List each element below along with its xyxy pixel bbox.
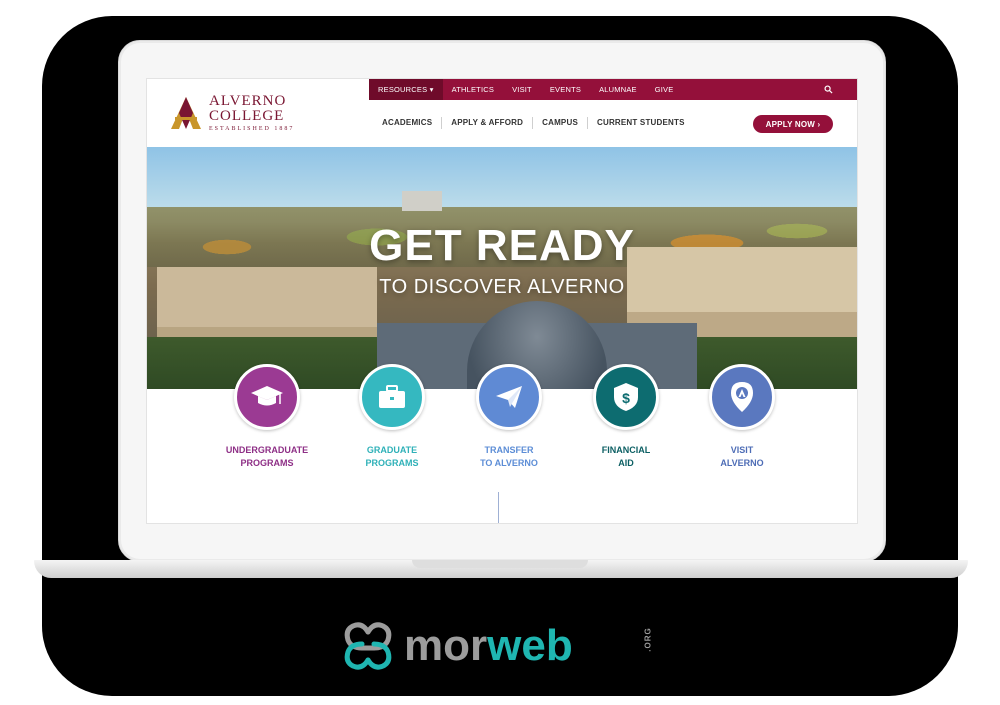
- logo-line1: ALVERNO: [209, 93, 287, 109]
- quicklink-label-line1: FINANCIAL: [601, 445, 651, 455]
- quicklink-undergraduate-circle: [234, 364, 300, 430]
- site-header: ALVERNO COLLEGE ESTABLISHED 1887 RESOURC…: [147, 79, 857, 145]
- utility-nav-give[interactable]: GIVE: [646, 79, 683, 100]
- morweb-org-label: .ORG: [643, 627, 653, 652]
- morweb-wordmark: morweb: [404, 621, 573, 671]
- quicklink-visit-label: VISIT ALVERNO: [682, 444, 802, 470]
- quicklink-graduate-circle: [359, 364, 425, 430]
- quicklink-transfer-label: TRANSFER TO ALVERNO: [449, 444, 569, 470]
- logo-line2: COLLEGE: [209, 108, 285, 124]
- main-nav-apply-afford[interactable]: APPLY & AFFORD: [442, 117, 534, 129]
- morweb-heart-icon: [344, 622, 392, 670]
- logo-text: ALVERNO COLLEGE ESTABLISHED 1887: [209, 93, 295, 133]
- quicklink-visit[interactable]: VISIT ALVERNO: [682, 364, 802, 470]
- briefcase-icon: [379, 385, 405, 408]
- main-nav-academics[interactable]: ACADEMICS: [373, 117, 443, 129]
- quick-links: UNDERGRADUATE PROGRAMS GRADUATE PROGRAMS: [147, 364, 857, 484]
- main-nav-current-students[interactable]: CURRENT STUDENTS: [588, 117, 694, 129]
- hero-title: GET READY: [369, 221, 635, 270]
- location-pin-icon: [731, 382, 753, 412]
- quicklink-financial-aid-circle: $: [593, 364, 659, 430]
- quicklink-label-line2: PROGRAMS: [240, 458, 294, 468]
- search-icon[interactable]: [824, 85, 833, 94]
- quicklink-label-line1: TRANSFER: [484, 445, 534, 455]
- morweb-wordmark-web: web: [487, 621, 573, 670]
- laptop-screen: ALVERNO COLLEGE ESTABLISHED 1887 RESOURC…: [146, 78, 858, 524]
- alverno-a-logo-icon: [171, 97, 201, 129]
- quicklink-transfer-circle: [476, 364, 542, 430]
- quicklink-transfer[interactable]: TRANSFER TO ALVERNO: [449, 364, 569, 470]
- utility-nav-events[interactable]: EVENTS: [541, 79, 590, 100]
- quicklink-label-line1: GRADUATE: [366, 445, 418, 455]
- main-nav-campus[interactable]: CAMPUS: [533, 117, 588, 129]
- quicklink-label-line1: UNDERGRADUATE: [225, 445, 309, 455]
- utility-nav-alumnae[interactable]: ALUMNAE: [590, 79, 646, 100]
- quicklink-undergraduate-label: UNDERGRADUATE PROGRAMS: [207, 444, 327, 470]
- quicklink-label-line1: VISIT: [730, 445, 754, 455]
- quicklink-visit-circle: [709, 364, 775, 430]
- hero-city-skyline: [402, 191, 442, 211]
- site-logo[interactable]: ALVERNO COLLEGE ESTABLISHED 1887: [169, 93, 309, 133]
- svg-text:$: $: [622, 390, 630, 406]
- utility-nav-resources[interactable]: RESOURCES ▾: [369, 79, 443, 100]
- scroll-indicator: [498, 492, 499, 523]
- utility-nav-visit[interactable]: VISIT: [503, 79, 541, 100]
- apply-now-button[interactable]: APPLY NOW ›: [753, 115, 833, 133]
- morweb-wordmark-mor: mor: [404, 621, 488, 670]
- paper-plane-icon: [496, 386, 522, 408]
- morweb-logo: morweb .ORG: [340, 614, 660, 678]
- quicklink-undergraduate[interactable]: UNDERGRADUATE PROGRAMS: [207, 364, 327, 470]
- quicklink-graduate[interactable]: GRADUATE PROGRAMS: [332, 364, 452, 470]
- dollar-shield-icon: $: [614, 383, 638, 411]
- quicklink-financial-aid-label: FINANCIAL AID: [566, 444, 686, 470]
- laptop-notch: [412, 560, 588, 568]
- quicklink-label-line2: ALVERNO: [720, 458, 764, 468]
- main-nav: ACADEMICS APPLY & AFFORD CAMPUS CURRENT …: [373, 117, 694, 129]
- hero-banner: GET READY TO DISCOVER ALVERNO: [147, 147, 857, 389]
- quicklink-label-line2: PROGRAMS: [365, 458, 419, 468]
- quicklink-financial-aid[interactable]: $ FINANCIAL AID: [566, 364, 686, 470]
- quicklink-label-line2: AID: [618, 458, 634, 468]
- utility-nav-athletics[interactable]: ATHLETICS: [443, 79, 504, 100]
- utility-nav: RESOURCES ▾ ATHLETICS VISIT EVENTS ALUMN…: [369, 79, 857, 100]
- quicklink-label-line2: TO ALVERNO: [480, 458, 538, 468]
- hero-subtitle: TO DISCOVER ALVERNO: [379, 276, 625, 298]
- graduation-cap-icon: [251, 386, 283, 406]
- logo-line3: ESTABLISHED 1887: [209, 126, 295, 132]
- quicklink-graduate-label: GRADUATE PROGRAMS: [332, 444, 452, 470]
